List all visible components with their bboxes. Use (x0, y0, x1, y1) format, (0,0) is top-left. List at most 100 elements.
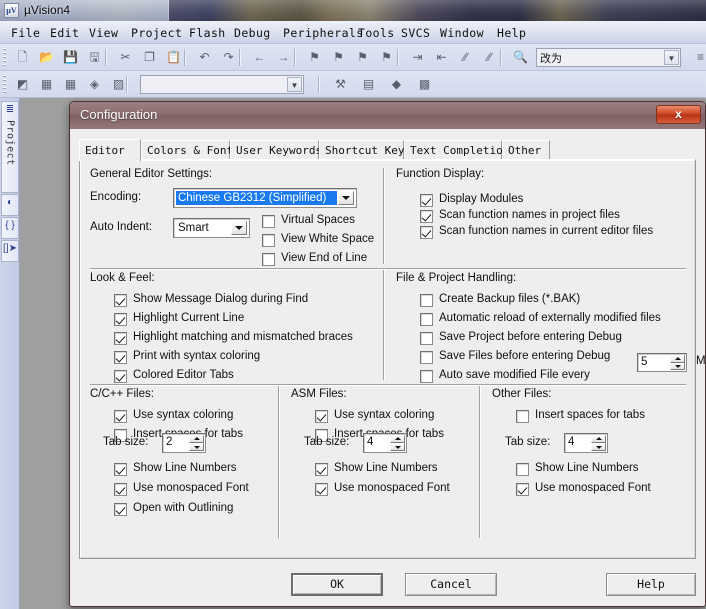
undo-icon[interactable]: ↶ (194, 47, 215, 68)
rebuild-all-icon[interactable]: ▦ (60, 74, 81, 95)
checkbox-use-monospaced-font[interactable] (114, 483, 127, 496)
checkbox-scan-function-names-in-project-files[interactable] (420, 210, 433, 223)
checkbox-open-with-outlining[interactable] (114, 503, 127, 516)
checkbox-create-backup-files-bak[interactable] (420, 294, 433, 307)
cancel-button[interactable]: Cancel (405, 573, 497, 596)
checkbox-view-end-of-line[interactable] (262, 253, 275, 266)
checkbox-show-message-dialog-during-find[interactable] (114, 294, 127, 307)
tab-user-keywords[interactable]: User Keywords (230, 140, 322, 160)
spinner-up-icon[interactable] (591, 435, 606, 443)
autosave-minutes-spinner[interactable]: 5 (637, 353, 687, 372)
checkbox-auto-save-modified-file-every[interactable] (420, 370, 433, 383)
checkbox-use-monospaced-font[interactable] (315, 483, 328, 496)
checkbox-use-syntax-coloring[interactable] (315, 410, 328, 423)
chevron-down-icon[interactable] (231, 221, 247, 235)
find-combo[interactable]: 改为 ▼ (536, 48, 681, 67)
navigate-back-icon[interactable]: ← (249, 47, 270, 68)
spinner-up-icon[interactable] (390, 435, 405, 443)
spinner-down-icon[interactable] (591, 443, 606, 451)
spinner-down-icon[interactable] (670, 362, 685, 370)
menu-item-view[interactable]: View (86, 25, 121, 41)
spinner-up-icon[interactable] (670, 355, 685, 363)
checkbox-use-syntax-coloring[interactable] (114, 410, 127, 423)
indent-right-icon[interactable]: ⇥ (407, 47, 428, 68)
stop-build-icon[interactable]: ▨ (108, 74, 129, 95)
chevron-down-icon[interactable]: ▼ (664, 50, 679, 65)
spinner-down-icon[interactable] (189, 443, 204, 451)
ok-button[interactable]: OK (291, 573, 383, 596)
translate-file-icon[interactable]: ◩ (12, 74, 33, 95)
tab-shortcut-keys[interactable]: Shortcut Keys (319, 140, 411, 160)
uncomment-icon[interactable]: ∕∕ (479, 47, 500, 68)
menu-item-edit[interactable]: Edit (47, 25, 82, 41)
new-file-icon[interactable]: 🗋 (12, 47, 33, 68)
menu-item-debug[interactable]: Debug (231, 25, 274, 41)
chevron-down-icon[interactable]: ▼ (287, 77, 302, 92)
tab-other[interactable]: Other (502, 140, 550, 160)
find-in-files-icon[interactable]: 🔍 (510, 47, 531, 68)
checkbox-highlight-matching-and-mismatched-braces[interactable] (114, 332, 127, 345)
checkbox-display-modules[interactable] (420, 194, 433, 207)
menu-item-peripherals[interactable]: Peripherals (280, 25, 367, 41)
menu-item-flash[interactable]: Flash (186, 25, 229, 41)
save-icon[interactable]: 💾 (60, 47, 81, 68)
checkbox-save-project-before-entering-debug[interactable] (420, 332, 433, 345)
open-file-icon[interactable]: 📂 (36, 47, 57, 68)
checkbox-show-line-numbers[interactable] (114, 463, 127, 476)
checkbox-view-white-space[interactable] (262, 234, 275, 247)
tab-text-completion[interactable]: Text Completion (404, 140, 509, 160)
checkbox-automatic-reload-of-externally-modified-files[interactable] (420, 313, 433, 326)
bookmark-prev-icon[interactable]: ⚑ (328, 47, 349, 68)
close-icon[interactable]: x (656, 105, 701, 124)
toolbar-grip[interactable] (3, 75, 6, 94)
checkbox-virtual-spaces[interactable] (262, 215, 275, 228)
asm-tab-size-spinner[interactable]: 4 (363, 433, 407, 453)
menu-item-project[interactable]: Project (128, 25, 185, 41)
auto-indent-combo[interactable]: Smart (173, 218, 250, 238)
menu-item-window[interactable]: Window (437, 25, 487, 41)
checkbox-use-monospaced-font[interactable] (516, 483, 529, 496)
navigate-forward-icon[interactable]: → (273, 47, 294, 68)
spinner-buttons[interactable] (189, 435, 204, 451)
other-tab-size-spinner[interactable]: 4 (564, 433, 608, 453)
indent-left-icon[interactable]: ⇤ (431, 47, 452, 68)
target-options-icon[interactable]: ⚒ (330, 74, 351, 95)
c-tab-size-spinner[interactable]: 2 (162, 433, 206, 453)
bookmark-toggle-icon[interactable]: ⚑ (304, 47, 325, 68)
tab-colors-fonts[interactable]: Colors & Fonts (141, 140, 240, 160)
checkbox-save-files-before-entering-debug[interactable] (420, 351, 433, 364)
copy-icon[interactable]: ❐ (139, 47, 160, 68)
templates-window-tab[interactable]: []➤ (1, 240, 19, 262)
checkbox-show-line-numbers[interactable] (516, 463, 529, 476)
dialog-title-bar[interactable]: Configuration x (70, 102, 705, 130)
project-window-icon[interactable]: ◆ (386, 74, 407, 95)
manage-components-icon[interactable]: ▤ (358, 74, 379, 95)
spinner-down-icon[interactable] (390, 443, 405, 451)
spinner-buttons[interactable] (591, 435, 606, 451)
menu-item-svcs[interactable]: SVCS (398, 25, 433, 41)
find-next-icon[interactable]: ≡ (690, 47, 706, 68)
spinner-buttons[interactable] (670, 355, 685, 370)
project-window-tab[interactable]: ≣ Project (1, 101, 19, 193)
chevron-down-icon[interactable] (338, 191, 354, 205)
checkbox-print-with-syntax-coloring[interactable] (114, 351, 127, 364)
toolbar-grip[interactable] (3, 48, 6, 67)
spinner-up-icon[interactable] (189, 435, 204, 443)
batch-build-icon[interactable]: ◈ (84, 74, 105, 95)
menu-item-file[interactable]: File (8, 25, 43, 41)
menu-item-help[interactable]: Help (494, 25, 529, 41)
comment-icon[interactable]: ∕∕ (455, 47, 476, 68)
functions-window-tab[interactable]: { } (1, 217, 19, 239)
bookmark-next-icon[interactable]: ⚑ (352, 47, 373, 68)
books-window-icon[interactable]: ▩ (414, 74, 435, 95)
spinner-buttons[interactable] (390, 435, 405, 451)
save-all-icon[interactable]: 🖫 (84, 47, 105, 68)
checkbox-insert-spaces-for-tabs[interactable] (516, 410, 529, 423)
help-button[interactable]: Help (606, 573, 696, 596)
encoding-combo[interactable]: Chinese GB2312 (Simplified) (173, 188, 357, 208)
checkbox-colored-editor-tabs[interactable] (114, 370, 127, 383)
bookmark-clear-icon[interactable]: ⚑ (376, 47, 397, 68)
tab-editor[interactable]: Editor (79, 139, 141, 161)
target-select-combo[interactable]: ▼ (140, 75, 304, 94)
menu-item-tools[interactable]: Tools (355, 25, 398, 41)
